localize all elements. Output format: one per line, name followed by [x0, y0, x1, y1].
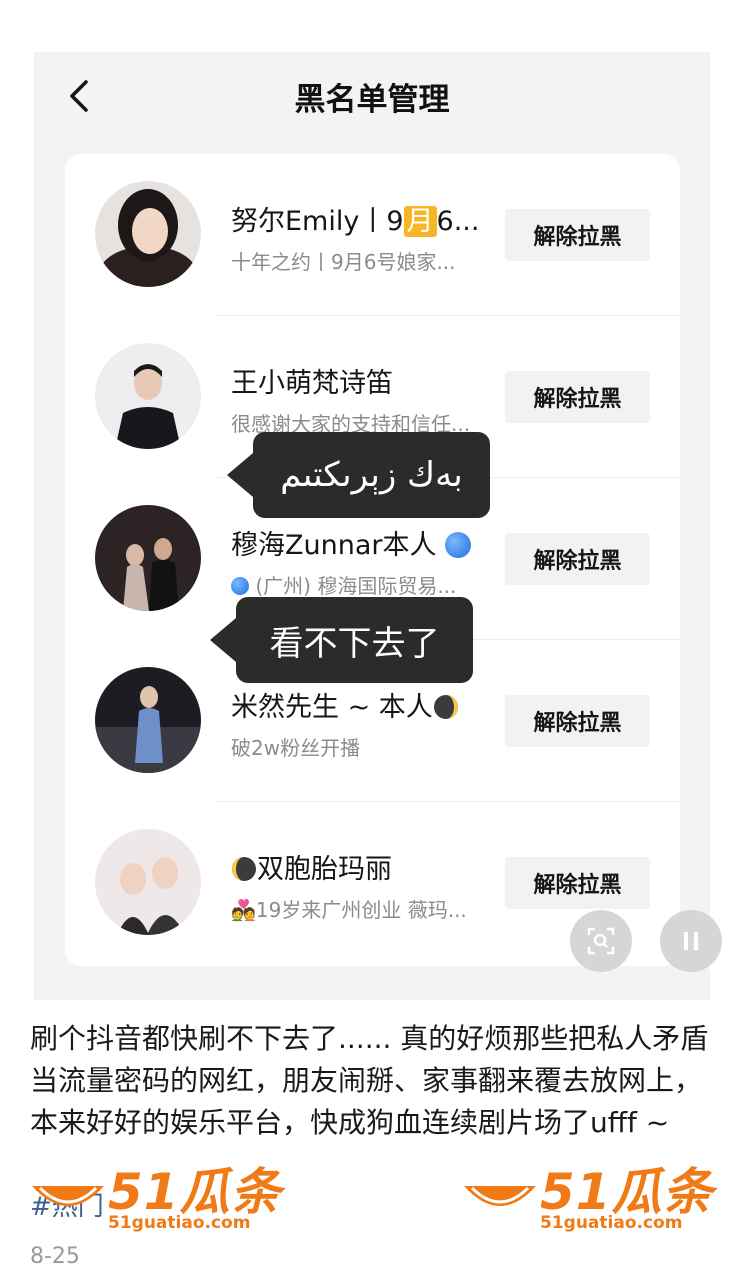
couple-icon: 💑 — [231, 898, 256, 922]
watermelon-icon — [464, 1186, 536, 1206]
watermelon-icon — [32, 1186, 104, 1206]
post-caption: 刷个抖音都快刷不下去了...... 真的好烦那些把私人矛盾当流量密码的网红，朋友… — [30, 1022, 709, 1139]
blacklist-card: 努尔Emily丨9 月 6... 十年之约丨9月6号娘家... 解除拉黑 王小萌梵诗… — [65, 154, 680, 966]
unblock-button[interactable]: 解除拉黑 — [505, 209, 650, 261]
blue-circle-icon — [445, 532, 472, 558]
avatar — [95, 505, 201, 611]
sticker-bubble: بەك زېرىكتىم — [227, 432, 490, 518]
pause-icon[interactable] — [660, 910, 722, 972]
watermark-logo: 51瓜条 51guatiao.com — [460, 1158, 720, 1238]
user-bio: 十年之约丨9月6号娘家... — [231, 250, 456, 274]
avatar — [95, 181, 201, 287]
user-bio: 破2w粉丝开播 — [231, 736, 361, 760]
unblock-button[interactable]: 解除拉黑 — [505, 695, 650, 747]
blue-circle-icon — [231, 577, 249, 595]
avatar — [95, 343, 201, 449]
user-name: 努尔Emily丨9 月 6... — [231, 206, 480, 237]
sticker-text: بەك زېرىكتىم — [280, 455, 463, 495]
user-name: 双胞胎玛丽 — [231, 847, 511, 886]
post-date: 8-25 — [30, 1244, 80, 1269]
user-name: 王小萌梵诗笛 — [231, 368, 393, 399]
user-bio: 💑19岁来广州创业 薇玛... — [231, 898, 467, 922]
unblock-button[interactable]: 解除拉黑 — [505, 857, 650, 909]
sticker-text: 看不下去了 — [269, 623, 440, 664]
user-name: 穆海Zunnar本人 — [231, 523, 511, 562]
page-title: 黑名单管理 — [294, 82, 450, 118]
sticker-bubble: 看不下去了 — [210, 597, 473, 683]
list-item: 努尔Emily丨9 月 6... 十年之约丨9月6号娘家... 解除拉黑 — [65, 154, 680, 316]
watermark-url: 51guatiao.com — [108, 1213, 251, 1233]
unblock-button[interactable]: 解除拉黑 — [505, 371, 650, 423]
moon-icon — [232, 857, 256, 881]
moon-icon — [433, 695, 458, 719]
avatar — [95, 667, 201, 773]
watermark-url: 51guatiao.com — [540, 1213, 683, 1233]
scan-search-icon[interactable] — [570, 910, 632, 972]
screenshot-frame: 黑名单管理 努尔Emily丨9 月 6... 十年之约丨9月6号娘家... 解除拉黑… — [34, 52, 722, 1000]
user-bio: (广州) 穆海国际贸易... — [231, 570, 511, 599]
user-name: 米然先生 ~ 本人 — [231, 685, 511, 724]
watermark-logo: 51瓜条 51guatiao.com — [28, 1158, 288, 1238]
unblock-button[interactable]: 解除拉黑 — [505, 533, 650, 585]
avatar — [95, 829, 201, 935]
